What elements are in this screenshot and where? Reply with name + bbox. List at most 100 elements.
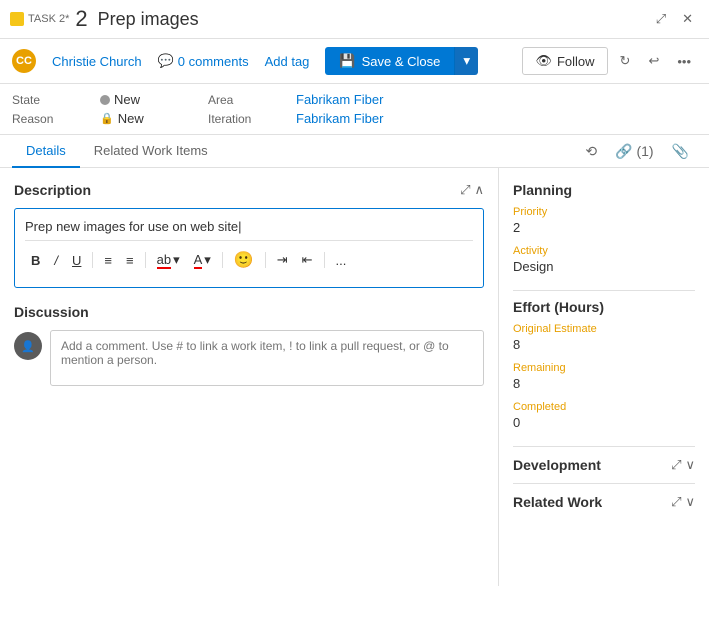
discussion-title: Discussion xyxy=(14,304,484,320)
highlight-dropdown: ▾ xyxy=(173,252,180,268)
task-title-heading: Prep images xyxy=(98,9,199,30)
remaining-value: 8 xyxy=(513,376,695,391)
main-content: Description ⤢ ∧ Prep new images for use … xyxy=(0,168,709,586)
title-bar-right: ⤢ ✕ xyxy=(650,7,699,31)
list-button[interactable]: ≡ xyxy=(120,250,140,271)
task-number: 2 xyxy=(75,6,87,32)
area-label: Area xyxy=(208,93,288,107)
title-bar: TASK 2* 2 Prep images ⤢ ✕ xyxy=(0,0,709,39)
add-tag-button[interactable]: Add tag xyxy=(265,54,310,69)
align-button[interactable]: ≡ xyxy=(98,250,118,271)
priority-label: Priority xyxy=(513,206,695,218)
description-text: Prep new images for use on web site| xyxy=(25,219,242,234)
more-button[interactable]: ••• xyxy=(671,50,697,73)
activity-value: Design xyxy=(513,259,695,274)
development-expand-icon: ⤢ xyxy=(671,457,681,473)
italic-button[interactable]: / xyxy=(48,250,64,271)
planning-title: Planning xyxy=(513,182,695,198)
development-chevron-icon: ∨ xyxy=(685,457,695,473)
links-icon-btn[interactable]: 🔗 (1) xyxy=(607,137,661,166)
highlight-button[interactable]: ab ▾ xyxy=(151,249,186,272)
undo-button[interactable]: ↩ xyxy=(642,49,665,73)
completed-label: Completed xyxy=(513,401,695,413)
discussion-input-row: 👤 xyxy=(14,330,484,386)
toolbar-separator-5 xyxy=(324,252,325,268)
emoji-button[interactable]: 🙂 xyxy=(228,247,260,273)
editor-toolbar: B / U ≡ ≡ ab ▾ A ▾ xyxy=(25,240,473,273)
title-bar-left: TASK 2* 2 Prep images xyxy=(10,6,644,32)
toolbar-separator-4 xyxy=(265,252,266,268)
description-title-icons: ⤢ ∧ xyxy=(460,182,484,198)
related-work-section[interactable]: Related Work ⤢ ∨ xyxy=(513,483,695,520)
related-work-chevron-icon: ∨ xyxy=(685,494,695,510)
left-panel: Description ⤢ ∧ Prep new images for use … xyxy=(0,168,499,586)
attachments-icon-btn[interactable]: 📎 xyxy=(664,137,697,166)
description-section-title: Description ⤢ ∧ xyxy=(14,182,484,198)
reason-value[interactable]: 🔒 New xyxy=(100,111,200,126)
state-label: State xyxy=(12,93,92,107)
related-work-icons: ⤢ ∨ xyxy=(671,494,695,510)
priority-value: 2 xyxy=(513,220,695,235)
save-icon: 💾 xyxy=(339,53,355,69)
toolbar-separator-2 xyxy=(145,252,146,268)
lock-icon: 🔒 xyxy=(100,112,114,125)
save-dropdown-button[interactable]: ▾ xyxy=(454,47,478,75)
font-color-button[interactable]: A ▾ xyxy=(188,249,217,272)
state-dot xyxy=(100,95,110,105)
refresh-button[interactable]: ↻ xyxy=(614,49,637,73)
meta-actions: 👁 Follow ↻ ↩ ••• xyxy=(522,47,697,75)
effort-title: Effort (Hours) xyxy=(513,290,695,315)
outdent-button[interactable]: ⇤ xyxy=(296,249,319,271)
links-count: (1) xyxy=(636,143,653,159)
restore-button[interactable]: ⤢ xyxy=(650,7,672,31)
description-section: Description ⤢ ∧ Prep new images for use … xyxy=(14,182,484,288)
task-icon xyxy=(10,12,24,26)
user-name[interactable]: Christie Church xyxy=(52,54,142,69)
tab-related[interactable]: Related Work Items xyxy=(80,135,222,168)
state-value[interactable]: New xyxy=(100,92,200,107)
iteration-label: Iteration xyxy=(208,112,288,126)
remaining-label: Remaining xyxy=(513,362,695,374)
save-close-button[interactable]: 💾 Save & Close xyxy=(325,47,454,75)
description-editor[interactable]: Prep new images for use on web site| B /… xyxy=(14,208,484,288)
development-icons: ⤢ ∨ xyxy=(671,457,695,473)
related-work-expand-icon: ⤢ xyxy=(671,494,681,510)
reason-text: New xyxy=(118,111,144,126)
comment-icon: 💬 xyxy=(158,53,174,69)
underline-button[interactable]: U xyxy=(66,250,87,271)
tab-icons: ⟲ 🔗 (1) 📎 xyxy=(577,137,697,166)
follow-label: Follow xyxy=(557,54,595,69)
effort-section: Effort (Hours) Original Estimate 8 Remai… xyxy=(513,290,695,430)
tabs-bar: Details Related Work Items ⟲ 🔗 (1) 📎 xyxy=(0,135,709,168)
badge-label: TASK 2* xyxy=(28,13,69,25)
more-toolbar-button[interactable]: ... xyxy=(330,250,353,271)
discussion-section: Discussion 👤 xyxy=(14,304,484,386)
development-title: Development xyxy=(513,457,601,473)
expand-icon-btn[interactable]: ⤢ xyxy=(460,182,470,198)
follow-button[interactable]: 👁 Follow xyxy=(522,47,607,75)
emoji-icon: 🙂 xyxy=(234,250,254,270)
comments-link[interactable]: 💬 0 comments xyxy=(158,53,249,69)
font-color-dropdown: ▾ xyxy=(204,252,211,268)
completed-value: 0 xyxy=(513,415,695,430)
discussion-input[interactable] xyxy=(50,330,484,386)
discussion-avatar: 👤 xyxy=(14,332,42,360)
history-icon-btn[interactable]: ⟲ xyxy=(577,137,605,166)
state-text: New xyxy=(114,92,140,107)
collapse-icon-btn[interactable]: ∧ xyxy=(474,182,484,198)
highlight-label: ab xyxy=(157,252,171,269)
tab-details[interactable]: Details xyxy=(12,135,80,168)
development-section[interactable]: Development ⤢ ∨ xyxy=(513,446,695,483)
reason-label: Reason xyxy=(12,112,92,126)
fields-bar: State New Area Fabrikam Fiber Reason 🔒 N… xyxy=(0,84,709,135)
eye-icon: 👁 xyxy=(535,53,552,69)
bold-button[interactable]: B xyxy=(25,250,46,271)
avatar-icon: 👤 xyxy=(21,340,35,353)
area-value[interactable]: Fabrikam Fiber xyxy=(296,92,496,107)
indent-button[interactable]: ⇥ xyxy=(271,249,294,271)
toolbar-separator-3 xyxy=(222,252,223,268)
close-button[interactable]: ✕ xyxy=(676,7,699,31)
comments-count: 0 comments xyxy=(178,54,249,69)
iteration-value[interactable]: Fabrikam Fiber xyxy=(296,111,496,126)
activity-label: Activity xyxy=(513,245,695,257)
